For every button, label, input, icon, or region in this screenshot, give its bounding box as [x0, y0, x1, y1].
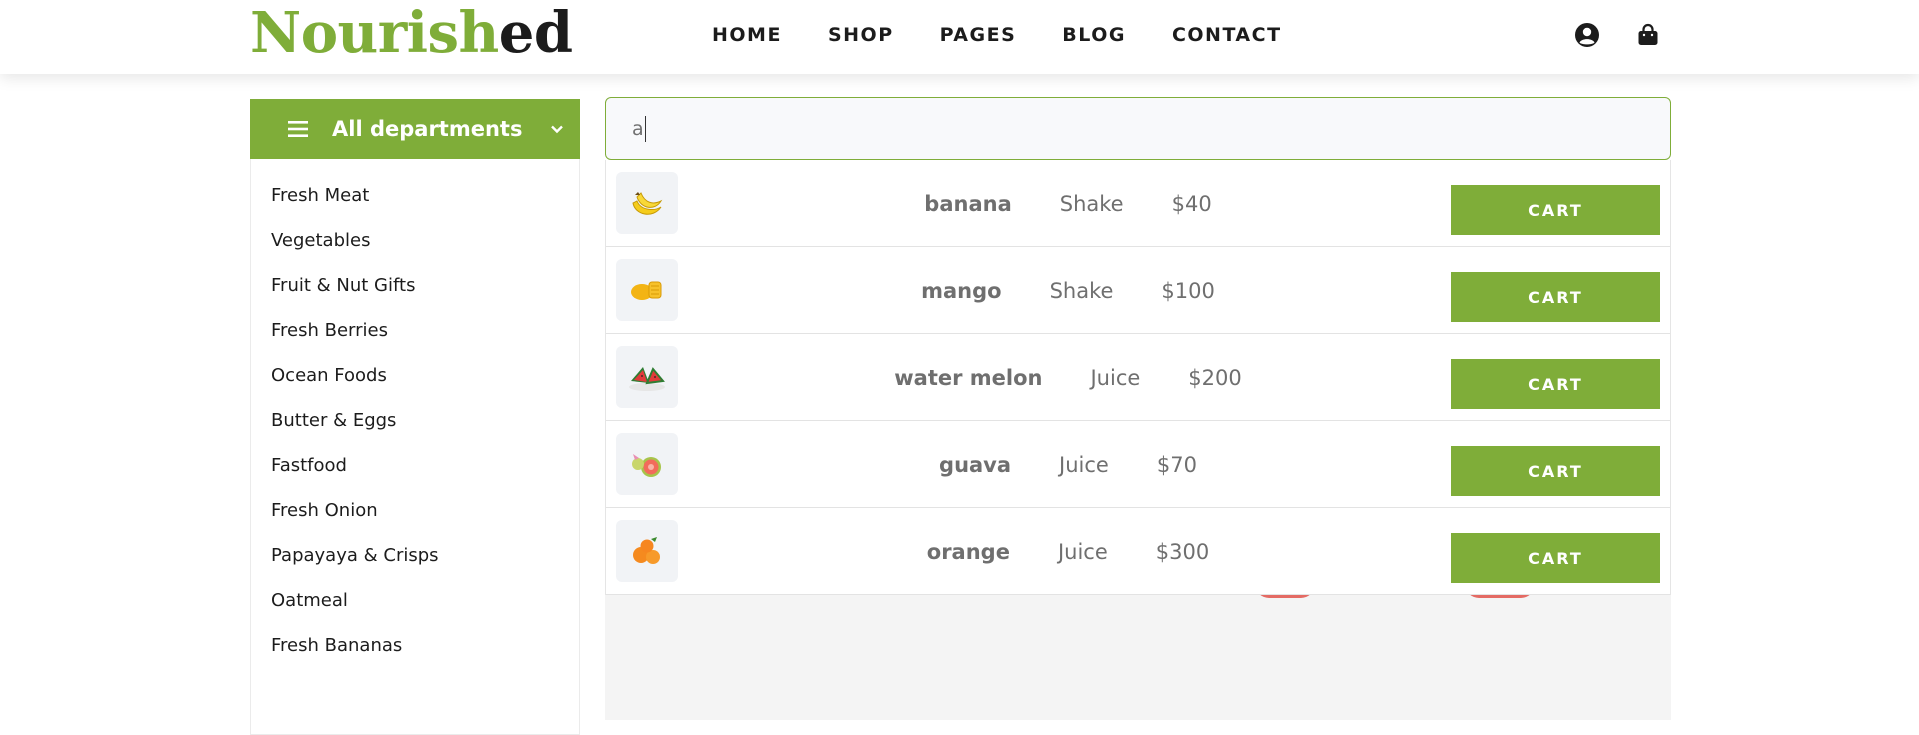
- logo[interactable]: Nourished: [250, 0, 573, 66]
- search-results-dropdown: banana Shake $40 CART mango Shake $100 C…: [605, 160, 1671, 595]
- nav-home[interactable]: HOME: [712, 22, 782, 48]
- banana-icon: [616, 172, 678, 234]
- logo-part-1: Nourish: [250, 0, 499, 66]
- result-info: mango Shake $100: [746, 247, 1390, 334]
- result-info: orange Juice $300: [746, 508, 1390, 595]
- result-name: water melon: [894, 365, 1043, 390]
- dept-item-oatmeal[interactable]: Oatmeal: [271, 578, 579, 623]
- result-category: Juice: [1057, 539, 1108, 564]
- result-row[interactable]: mango Shake $100 CART: [606, 247, 1670, 334]
- dept-item-butter-eggs[interactable]: Butter & Eggs: [271, 398, 579, 443]
- add-to-cart-button[interactable]: CART: [1451, 359, 1660, 409]
- guava-icon: [616, 433, 678, 495]
- add-to-cart-button[interactable]: CART: [1451, 446, 1660, 496]
- nav-contact[interactable]: CONTACT: [1172, 22, 1282, 48]
- result-name: guava: [939, 452, 1012, 477]
- nav-pages[interactable]: PAGES: [940, 22, 1017, 48]
- mango-icon: [616, 259, 678, 321]
- watermelon-icon: [616, 346, 678, 408]
- main-nav: HOME SHOP PAGES BLOG CONTACT: [712, 22, 1328, 48]
- result-category: Shake: [1059, 191, 1124, 216]
- departments-title: All departments: [332, 117, 523, 141]
- result-name: orange: [926, 539, 1010, 564]
- orange-icon: [616, 520, 678, 582]
- result-row[interactable]: orange Juice $300 CART: [606, 508, 1670, 595]
- result-category: Juice: [1059, 452, 1109, 477]
- result-price: $70: [1156, 452, 1197, 477]
- dept-item-fresh-meat[interactable]: Fresh Meat: [271, 173, 579, 218]
- result-category: Shake: [1049, 278, 1114, 303]
- nav-blog[interactable]: BLOG: [1062, 22, 1126, 48]
- departments-list: Fresh Meat Vegetables Fruit & Nut Gifts …: [250, 159, 580, 735]
- dept-item-fruit-nut-gifts[interactable]: Fruit & Nut Gifts: [271, 263, 579, 308]
- chevron-down-icon: [551, 125, 564, 134]
- dept-item-fresh-berries[interactable]: Fresh Berries: [271, 308, 579, 353]
- result-info: guava Juice $70: [746, 421, 1390, 508]
- result-row[interactable]: water melon Juice $200 CART: [606, 334, 1670, 421]
- add-to-cart-button[interactable]: CART: [1451, 185, 1660, 235]
- departments-toggle[interactable]: All departments: [250, 99, 580, 159]
- add-to-cart-button[interactable]: CART: [1451, 272, 1660, 322]
- dept-item-papayaya-crisps[interactable]: Papayaya & Crisps: [271, 533, 579, 578]
- search-input[interactable]: a: [605, 97, 1671, 160]
- result-info: water melon Juice $200: [746, 334, 1390, 421]
- result-category: Juice: [1090, 365, 1141, 390]
- result-price: $100: [1161, 278, 1215, 303]
- hamburger-menu-icon: [288, 121, 308, 137]
- result-row[interactable]: guava Juice $70 CART: [606, 421, 1670, 508]
- result-name: mango: [921, 278, 1002, 303]
- logo-part-2: ed: [498, 0, 573, 66]
- dept-item-fresh-bananas[interactable]: Fresh Bananas: [271, 623, 579, 668]
- hero-banner: [605, 584, 1671, 720]
- result-info: banana Shake $40: [746, 160, 1390, 247]
- shopping-bag-icon[interactable]: [1635, 22, 1661, 48]
- add-to-cart-button[interactable]: CART: [1451, 533, 1660, 583]
- dept-item-fresh-onion[interactable]: Fresh Onion: [271, 488, 579, 533]
- result-row[interactable]: banana Shake $40 CART: [606, 160, 1670, 247]
- dept-item-ocean-foods[interactable]: Ocean Foods: [271, 353, 579, 398]
- dept-item-vegetables[interactable]: Vegetables: [271, 218, 579, 263]
- departments-panel: All departments Fresh Meat Vegetables Fr…: [250, 99, 580, 735]
- result-price: $200: [1188, 365, 1242, 390]
- site-header: Nourished HOME SHOP PAGES BLOG CONTACT: [0, 0, 1919, 74]
- dept-item-fastfood[interactable]: Fastfood: [271, 443, 579, 488]
- search-input-value: a: [632, 117, 644, 140]
- result-name: banana: [924, 191, 1012, 216]
- result-price: $300: [1155, 539, 1210, 564]
- nav-shop[interactable]: SHOP: [828, 22, 894, 48]
- user-circle-icon[interactable]: [1574, 22, 1600, 48]
- text-caret: [644, 115, 646, 142]
- result-price: $40: [1171, 191, 1212, 216]
